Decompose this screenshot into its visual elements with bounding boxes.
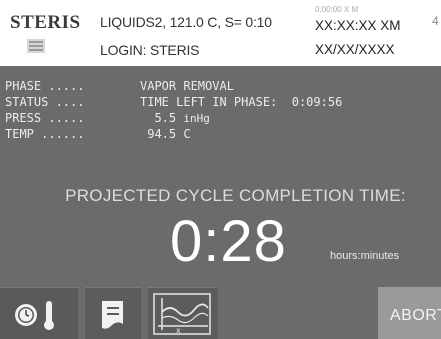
- projected-unit: hours:minutes: [330, 250, 400, 262]
- clock-date: XX/XX/XXXX: [315, 42, 395, 57]
- status-block: PHASE ..... VAPOR REMOVAL STATUS .... TI…: [5, 78, 342, 142]
- steris-logo: STERIS: [10, 12, 81, 33]
- chart-button[interactable]: x: [148, 287, 218, 339]
- projected-time: 0:28: [170, 209, 287, 274]
- status-row-status: STATUS .... TIME LEFT IN PHASE: 0:09:56: [5, 94, 342, 110]
- steris-emblem-icon: [27, 39, 45, 53]
- status-value: 5.5: [140, 111, 184, 125]
- login-info: LOGIN: STERIS: [100, 42, 200, 58]
- temperature-button[interactable]: [0, 287, 78, 339]
- status-row-phase: PHASE ..... VAPOR REMOVAL: [5, 78, 234, 94]
- report-button[interactable]: [85, 287, 141, 339]
- status-value: VAPOR REMOVAL: [140, 79, 234, 93]
- faint-time-ghost: 0:00:00 X M: [315, 5, 359, 14]
- status-label: STATUS ....: [5, 95, 85, 109]
- abort-label: ABORT: [390, 307, 441, 324]
- clock-time: XX:XX:XX XM: [315, 18, 401, 33]
- corner-indicator: 4: [432, 14, 439, 28]
- document-icon: [102, 301, 123, 329]
- status-value: 94.5 C: [140, 127, 191, 141]
- status-label: TEMP ......: [5, 127, 85, 141]
- status-label: PRESS .....: [5, 111, 85, 125]
- status-label: PHASE .....: [5, 79, 85, 93]
- header-bar: STERIS LIQUIDS2, 121.0 C, S= 0:10 LOGIN:…: [0, 0, 441, 66]
- sterilizer-screen: STERIS LIQUIDS2, 121.0 C, S= 0:10 LOGIN:…: [0, 0, 441, 339]
- clock-thermometer-icon: [15, 301, 54, 330]
- status-row-press: PRESS ..... 5.5 inHg: [5, 110, 210, 126]
- status-value: TIME LEFT IN PHASE: 0:09:56: [140, 95, 343, 109]
- chart-icon: x: [153, 293, 211, 335]
- status-row-temp: TEMP ...... 94.5 C: [5, 126, 191, 142]
- abort-button[interactable]: ABORT: [378, 287, 441, 339]
- svg-text:x: x: [176, 326, 181, 335]
- projected-label: PROJECTED CYCLE COMPLETION TIME:: [65, 186, 406, 205]
- status-unit: inHg: [183, 112, 210, 125]
- cycle-info: LIQUIDS2, 121.0 C, S= 0:10: [100, 14, 272, 30]
- status-value-wrap: 5.5 inHg: [140, 110, 210, 127]
